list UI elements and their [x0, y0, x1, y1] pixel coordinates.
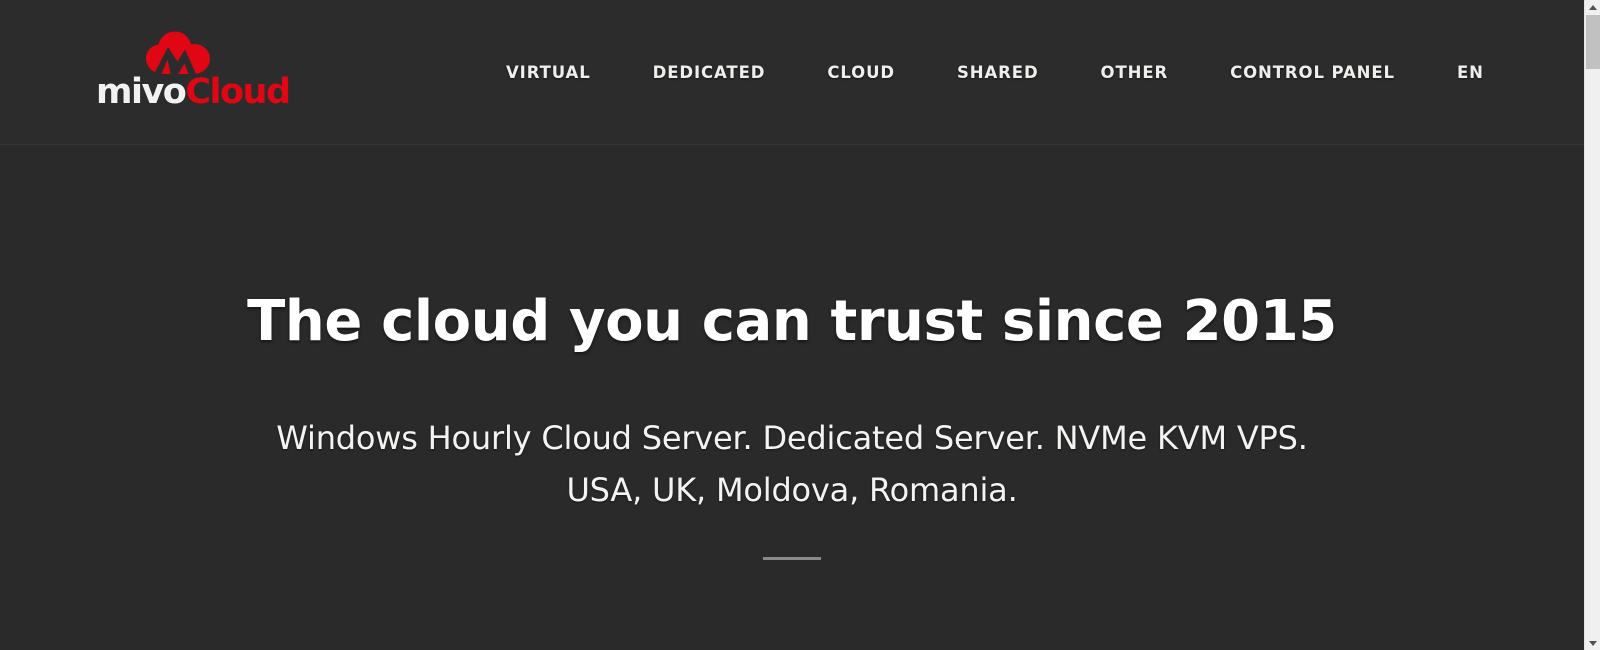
brand-word-mivo: mivo	[96, 72, 187, 112]
nav-item-dedicated[interactable]: DEDICATED	[653, 53, 766, 92]
page-viewport: mivoCloud VIRTUAL DEDICATED CLOUD SHARED…	[0, 0, 1584, 650]
nav-item-other[interactable]: OTHER	[1101, 53, 1169, 92]
nav-item-virtual[interactable]: VIRTUAL	[506, 53, 591, 92]
hero-section: The cloud you can trust since 2015 Windo…	[0, 145, 1584, 650]
brand-wordmark: mivoCloud	[96, 72, 291, 112]
scroll-down-arrow-icon[interactable]	[1585, 636, 1600, 650]
hero-subtitle-line-2: USA, UK, Moldova, Romania.	[566, 471, 1018, 509]
nav-item-language-en[interactable]: EN	[1457, 53, 1484, 92]
main-navigation: VIRTUAL DEDICATED CLOUD SHARED OTHER CON…	[480, 0, 1515, 145]
nav-item-control-panel[interactable]: CONTROL PANEL	[1230, 53, 1395, 92]
hero-subtitle-line-1: Windows Hourly Cloud Server. Dedicated S…	[276, 419, 1308, 457]
scroll-up-arrow-icon[interactable]	[1585, 0, 1600, 14]
hero-divider	[763, 557, 821, 560]
cloud-m-logo-icon	[144, 30, 214, 76]
nav-item-shared[interactable]: SHARED	[957, 53, 1039, 92]
site-header: mivoCloud VIRTUAL DEDICATED CLOUD SHARED…	[0, 0, 1584, 145]
hero-subtitle: Windows Hourly Cloud Server. Dedicated S…	[0, 412, 1584, 516]
brand-logo-link[interactable]: mivoCloud	[96, 30, 291, 112]
nav-item-cloud[interactable]: CLOUD	[827, 53, 895, 92]
page-title: The cloud you can trust since 2015	[247, 289, 1337, 354]
scrollbar-thumb[interactable]	[1586, 15, 1600, 69]
vertical-scrollbar[interactable]	[1584, 0, 1600, 650]
brand-word-cloud: Cloud	[185, 72, 291, 112]
